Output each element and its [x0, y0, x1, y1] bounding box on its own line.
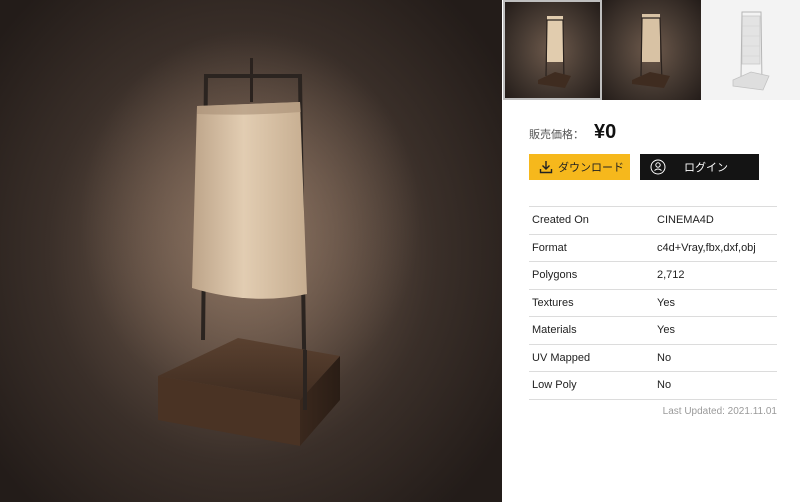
table-row: Polygons 2,712 [529, 261, 777, 289]
thumbnail-2[interactable] [602, 0, 701, 100]
spec-value: CINEMA4D [654, 206, 777, 234]
lamp-render [80, 30, 420, 446]
price-label: 販売価格： [529, 129, 584, 141]
table-row: Created On CINEMA4D [529, 206, 777, 234]
spec-key: Created On [529, 206, 654, 234]
spec-value: No [654, 343, 777, 372]
thumbnail-strip [503, 0, 800, 100]
spec-key: Textures [529, 288, 654, 317]
spec-key: UV Mapped [529, 343, 654, 372]
spec-value: 2,712 [654, 261, 777, 289]
thumbnail-1[interactable] [503, 0, 602, 100]
login-button-label: ログイン [684, 162, 728, 174]
spec-value: Yes [654, 316, 777, 344]
thumbnail-3[interactable] [701, 0, 800, 100]
download-button[interactable]: ダウンロード [529, 154, 630, 180]
spec-key: Low Poly [529, 371, 654, 400]
last-updated: Last Updated: 2021.11.01 [662, 406, 777, 417]
download-button-label: ダウンロード [558, 162, 624, 174]
spec-value: No [654, 371, 777, 400]
spec-table: Created On CINEMA4D Format c4d+Vray,fbx,… [529, 206, 777, 400]
price-row: 販売価格： ¥0 [529, 121, 616, 144]
spec-value: c4d+Vray,fbx,dxf,obj [654, 233, 777, 262]
main-product-image [0, 0, 502, 502]
table-row: Format c4d+Vray,fbx,dxf,obj [529, 233, 777, 262]
login-button[interactable]: ログイン [640, 154, 759, 180]
table-row: Low Poly No [529, 371, 777, 400]
spec-value: Yes [654, 288, 777, 317]
download-icon [539, 161, 553, 174]
price-value: ¥0 [594, 121, 617, 143]
user-badge-icon [650, 159, 666, 175]
table-row: UV Mapped No [529, 343, 777, 372]
spec-key: Format [529, 233, 654, 262]
table-row: Textures Yes [529, 288, 777, 317]
spec-key: Polygons [529, 261, 654, 289]
table-row: Materials Yes [529, 316, 777, 344]
spec-key: Materials [529, 316, 654, 344]
